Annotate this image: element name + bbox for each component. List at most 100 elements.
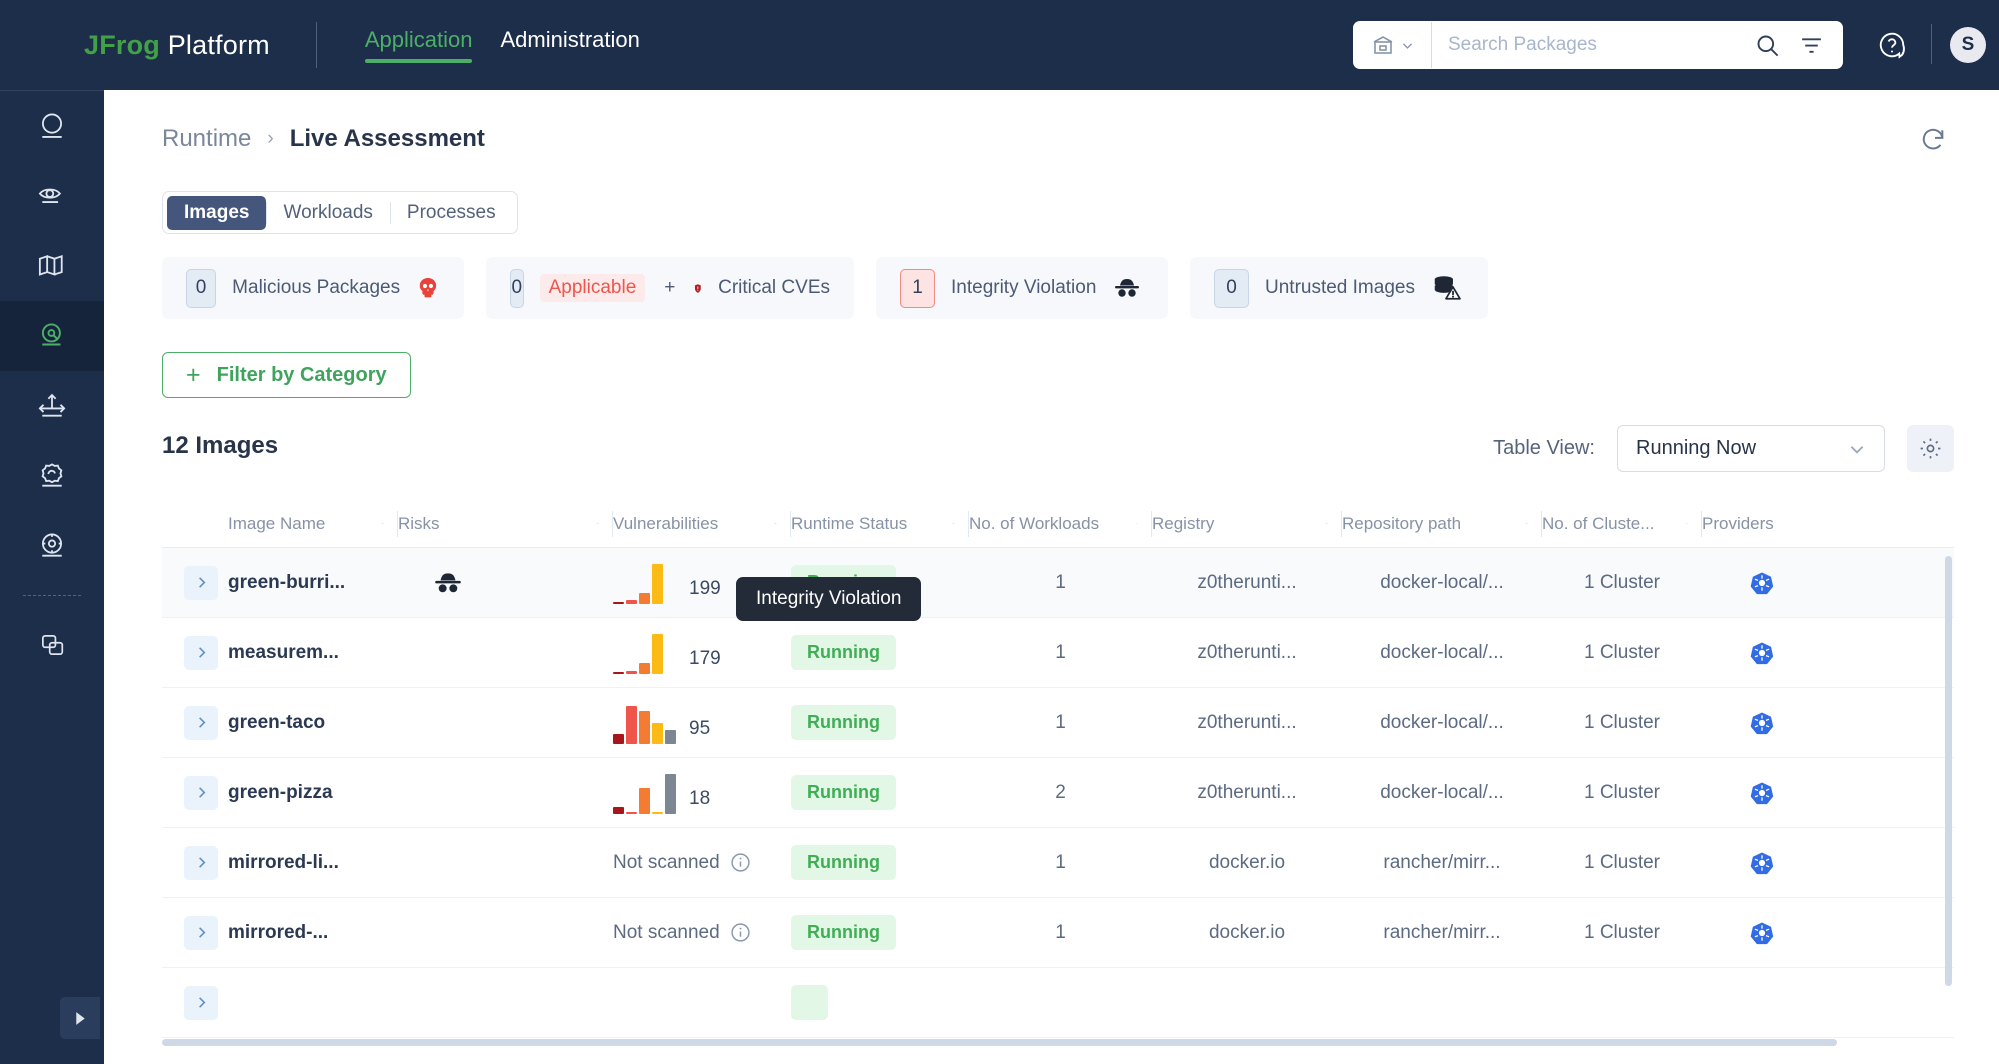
kubernetes-icon[interactable] (1750, 781, 1774, 805)
vulnerability-chart[interactable]: 179 (613, 632, 721, 674)
expand-row-button[interactable] (184, 565, 218, 600)
tab-administration[interactable]: Administration (500, 27, 639, 63)
applicable-badge: Applicable (539, 274, 646, 302)
image-name[interactable]: green-taco (228, 712, 325, 734)
column-header-repository-path[interactable]: Repository path (1342, 509, 1542, 539)
bar-critical (613, 601, 624, 604)
expand-row-button[interactable] (184, 705, 218, 740)
sidebar-item-settings[interactable] (0, 511, 104, 581)
expand-row-button[interactable] (184, 985, 218, 1020)
card-malicious-packages[interactable]: 0 Malicious Packages (162, 257, 464, 319)
help-button[interactable] (1877, 30, 1907, 60)
search-icon[interactable] (1754, 32, 1781, 59)
jfrog-logo[interactable]: JFrog Platform (84, 30, 270, 61)
cell-repository-path (1342, 968, 1542, 1038)
column-header-clusters[interactable]: No. of Cluste... (1542, 509, 1702, 539)
not-scanned-indicator: Not scanned (613, 852, 751, 874)
image-name[interactable]: green-pizza (228, 782, 333, 804)
sidebar-item-catalog[interactable] (0, 231, 104, 301)
refresh-button[interactable] (1912, 118, 1954, 160)
cell-workloads: 2 (969, 758, 1152, 828)
column-header-providers: Providers (1702, 509, 1822, 539)
kubernetes-icon[interactable] (1750, 641, 1774, 665)
registry-value: docker.io (1208, 851, 1286, 873)
table-view-select[interactable]: Running Now (1617, 425, 1885, 472)
column-label: Runtime Status (791, 513, 908, 533)
kubernetes-icon[interactable] (1750, 571, 1774, 595)
table-row[interactable] (162, 968, 1954, 1038)
status-badge: Running (791, 705, 896, 740)
kubernetes-icon[interactable] (1750, 851, 1774, 875)
sidebar-item-distribution[interactable] (0, 371, 104, 441)
tab-processes[interactable]: Processes (389, 196, 513, 230)
top-divider (315, 22, 317, 68)
image-name[interactable]: mirrored-li... (228, 852, 339, 874)
clusters-value: 1 Cluster (1583, 711, 1661, 733)
image-name[interactable]: mirrored-... (228, 922, 328, 944)
sidebar-item-pipelines[interactable] (0, 441, 104, 511)
top-divider-2 (1931, 24, 1932, 64)
column-header-risks[interactable]: Risks (398, 509, 613, 539)
expand-row-button[interactable] (184, 845, 218, 880)
clusters-value: 1 Cluster (1583, 851, 1661, 873)
expand-row-button[interactable] (184, 915, 218, 950)
sidebar-item-runtime[interactable] (0, 301, 104, 371)
tab-application[interactable]: Application (364, 27, 472, 63)
card-integrity-violation[interactable]: 1 Integrity Violation (876, 257, 1168, 319)
cell-runtime-status: Running (791, 618, 969, 688)
info-icon[interactable] (730, 852, 751, 873)
tab-images[interactable]: Images (167, 195, 267, 230)
column-header-vulnerabilities[interactable]: Vulnerabilities (613, 509, 791, 539)
repository-value: docker-local/... (1380, 711, 1504, 733)
filter-icon[interactable] (1798, 33, 1825, 58)
search-scope-selector[interactable] (1353, 21, 1431, 69)
top-nav: Application Administration (364, 27, 640, 63)
incognito-icon[interactable] (432, 570, 464, 596)
bar-unknown (665, 729, 676, 744)
sidebar-collapse-toggle[interactable] (60, 997, 100, 1039)
card-critical-cves[interactable]: 0 Applicable + Critical CVEs (486, 257, 854, 319)
table-row[interactable]: mirrored-... Not scanned Running 1 docke… (162, 898, 1954, 968)
expand-row-button[interactable] (184, 635, 218, 670)
table-row[interactable]: green-burri... Integrity Violation 199 1… (162, 548, 1954, 621)
vulnerability-chart[interactable]: 95 (613, 702, 710, 744)
table-row[interactable]: green-taco 95 Running 1 z0therunti... do… (162, 688, 1954, 758)
chevron-down-icon (1325, 523, 1328, 525)
vulnerability-chart[interactable]: 199 (613, 562, 721, 604)
breadcrumb-parent[interactable]: Runtime (162, 125, 251, 153)
vulnerability-total: 199 (689, 577, 721, 599)
image-name[interactable]: measurem... (228, 642, 339, 664)
table-row[interactable]: measurem... 179 Running 1 z0therunti... … (162, 618, 1954, 688)
cell-repository-path: docker-local/... (1342, 618, 1542, 688)
column-header-registry[interactable]: Registry (1152, 509, 1342, 539)
column-label: Risks (398, 513, 440, 533)
info-icon[interactable] (730, 922, 751, 943)
chevron-right-icon (198, 857, 205, 868)
column-header-runtime-status[interactable]: Runtime Status (791, 509, 969, 539)
search-input[interactable] (1432, 21, 1754, 69)
sidebar-item-packages[interactable] (0, 91, 104, 161)
kubernetes-icon[interactable] (1750, 711, 1774, 735)
expand-row-button[interactable] (184, 775, 218, 810)
row-expand-cell (162, 968, 228, 1038)
avatar[interactable]: S (1950, 27, 1986, 63)
horizontal-scrollbar[interactable] (162, 1039, 1837, 1046)
tab-workloads[interactable]: Workloads (266, 196, 389, 230)
filter-by-category-button[interactable]: + Filter by Category (162, 352, 411, 398)
image-name[interactable]: green-burri... (228, 572, 345, 594)
column-label: Vulnerabilities (613, 513, 719, 533)
sidebar-item-scans[interactable] (0, 161, 104, 231)
column-header-workloads[interactable]: No. of Workloads (969, 509, 1152, 539)
card-untrusted-images[interactable]: 0 Untrusted Images (1190, 257, 1488, 319)
table-settings-button[interactable] (1907, 425, 1954, 472)
table-row[interactable]: green-pizza 18 Running 2 z0therunti... d… (162, 758, 1954, 828)
cell-runtime-status: Running (791, 688, 969, 758)
vulnerability-chart[interactable]: 18 (613, 772, 710, 814)
kubernetes-icon[interactable] (1750, 921, 1774, 945)
table-row[interactable]: mirrored-li... Not scanned Running 1 doc… (162, 828, 1954, 898)
sidebar-item-workspaces[interactable] (0, 610, 104, 680)
vertical-scrollbar[interactable] (1945, 556, 1952, 986)
column-header-image-name[interactable]: Image Name (228, 509, 398, 539)
images-table: Image Name Risks Vulnerabilities Runtime… (162, 500, 1954, 1064)
chevron-right-icon (198, 647, 205, 658)
